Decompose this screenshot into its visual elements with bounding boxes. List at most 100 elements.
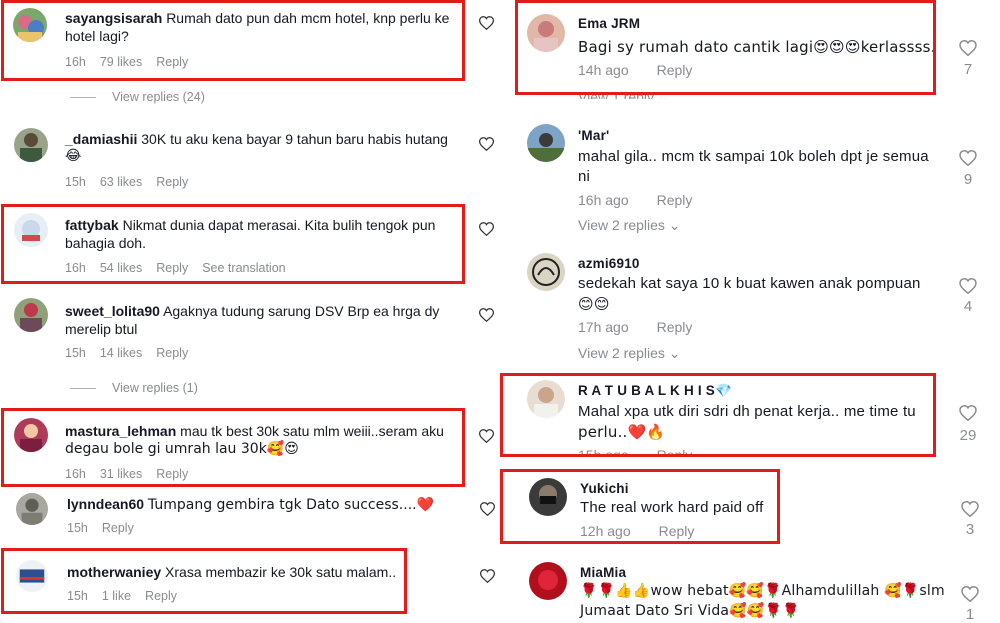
comment-text-line2: bahagia doh. bbox=[65, 235, 146, 251]
username[interactable]: mastura_lehman bbox=[65, 423, 176, 439]
avatar[interactable] bbox=[527, 124, 565, 162]
comment-text-line2: degau bole gi umrah lau 30k🥰😍 bbox=[65, 441, 299, 457]
comment-meta: 17h ago Reply bbox=[578, 319, 720, 335]
like-count: 9 bbox=[963, 171, 973, 188]
comment-text: lynndean60 Tumpang gembira tgk Dato succ… bbox=[67, 496, 435, 513]
comment-text: mahal gila.. mcm tk sampai 10k boleh dpt… bbox=[578, 148, 929, 165]
reply-button[interactable]: Reply bbox=[156, 261, 188, 275]
timestamp: 16h bbox=[65, 55, 86, 69]
view-replies-button[interactable]: View 2 replies ⌄ bbox=[578, 217, 681, 234]
comment-text-line2: hotel lagi? bbox=[65, 28, 129, 44]
comment-meta: 15h 63 likes Reply bbox=[65, 175, 202, 189]
avatar[interactable] bbox=[16, 493, 48, 525]
username[interactable]: MiaMia bbox=[580, 565, 626, 580]
view-replies-button[interactable]: View 1 reply ⌄ bbox=[578, 89, 670, 99]
like-count: 14 likes bbox=[99, 346, 143, 360]
reply-button[interactable]: Reply bbox=[102, 521, 134, 535]
comment-meta: 16h 54 likes Reply See translation bbox=[65, 261, 300, 275]
reply-button[interactable]: Reply bbox=[156, 175, 188, 189]
reply-button[interactable]: Reply bbox=[145, 589, 177, 603]
heart-icon[interactable] bbox=[959, 405, 977, 421]
comment-text: Mahal xpa utk diri sdri dh penat kerja..… bbox=[578, 403, 916, 420]
username[interactable]: Ema JRM bbox=[578, 16, 640, 31]
avatar[interactable] bbox=[527, 253, 565, 291]
reply-button[interactable]: Reply bbox=[659, 523, 695, 539]
heart-icon[interactable] bbox=[959, 40, 977, 56]
timestamp: 15h bbox=[67, 589, 88, 603]
comment-meta: 16h ago Reply bbox=[578, 192, 720, 208]
comment-text: Bagi sy rumah dato cantik lagi😍😍😍kerlass… bbox=[578, 38, 936, 56]
avatar[interactable] bbox=[529, 478, 567, 516]
reply-button[interactable]: Reply bbox=[156, 55, 188, 69]
like-count: 3 bbox=[965, 521, 975, 538]
reply-button[interactable]: Reply bbox=[156, 467, 188, 481]
timestamp: 15h ago bbox=[578, 447, 629, 457]
heart-icon[interactable] bbox=[480, 502, 495, 516]
comment-meta: 15h ago Reply bbox=[578, 447, 720, 457]
timestamp: 16h bbox=[65, 261, 86, 275]
avatar[interactable] bbox=[527, 380, 565, 418]
username[interactable]: R A T U B A L K H I S💎 bbox=[578, 383, 732, 399]
avatar[interactable] bbox=[529, 562, 567, 600]
heart-icon[interactable] bbox=[961, 586, 979, 602]
comment-meta: 14h ago Reply bbox=[578, 62, 720, 78]
avatar[interactable] bbox=[527, 14, 565, 52]
avatar[interactable] bbox=[14, 128, 48, 162]
view-replies-button[interactable]: View replies (1) bbox=[70, 381, 198, 395]
heart-icon[interactable] bbox=[480, 569, 495, 583]
comment-text: The real work hard paid off bbox=[580, 499, 764, 516]
comment-text-line2: 😊😊 bbox=[578, 295, 610, 313]
avatar[interactable] bbox=[14, 298, 48, 332]
timestamp: 15h bbox=[65, 346, 86, 360]
username[interactable]: 'Mar' bbox=[578, 128, 609, 143]
comment-text: 🌹🌹👍👍wow hebat🥰🥰🌹Alhamdulillah 🥰🌹slm bbox=[580, 583, 945, 599]
heart-icon[interactable] bbox=[479, 308, 494, 322]
heart-icon[interactable] bbox=[959, 278, 977, 294]
reply-button[interactable]: Reply bbox=[657, 319, 693, 335]
heart-icon[interactable] bbox=[959, 150, 977, 166]
username[interactable]: lynndean60 bbox=[67, 496, 144, 512]
avatar[interactable] bbox=[13, 8, 47, 42]
reply-button[interactable]: Reply bbox=[657, 62, 693, 78]
heart-icon[interactable] bbox=[479, 16, 494, 30]
like-count: 1 bbox=[965, 606, 975, 623]
comment-text: sedekah kat saya 10 k buat kawen anak po… bbox=[578, 275, 921, 292]
username[interactable]: motherwaniey bbox=[67, 564, 161, 580]
like-count: 29 bbox=[959, 427, 977, 444]
like-count: 7 bbox=[963, 61, 973, 78]
view-replies-button[interactable]: View replies (24) bbox=[70, 90, 205, 104]
username[interactable]: sayangsisarah bbox=[65, 10, 162, 26]
avatar[interactable] bbox=[16, 560, 48, 592]
timestamp: 15h bbox=[65, 175, 86, 189]
timestamp: 16h bbox=[65, 467, 86, 481]
avatar[interactable] bbox=[14, 213, 48, 247]
heart-icon[interactable] bbox=[961, 501, 979, 517]
comment-meta: 15h Reply bbox=[67, 521, 148, 535]
username[interactable]: sweet_lolita90 bbox=[65, 303, 160, 319]
comment-text: sayangsisarah Rumah dato pun dah mcm hot… bbox=[65, 10, 450, 26]
heart-icon[interactable] bbox=[479, 137, 494, 151]
username[interactable]: fattybak bbox=[65, 217, 119, 233]
view-replies-button[interactable]: View 2 replies ⌄ bbox=[578, 345, 681, 362]
comment-text: _damiashii 30K tu aku kena bayar 9 tahun… bbox=[65, 131, 448, 147]
comment-text-line2: 😂 bbox=[65, 148, 82, 164]
username[interactable]: azmi6910 bbox=[578, 256, 640, 271]
comment-text-line2: perlu..❤️🔥 bbox=[578, 423, 666, 441]
username[interactable]: _damiashii bbox=[65, 131, 137, 147]
like-count: 31 likes bbox=[99, 467, 143, 481]
username[interactable]: Yukichi bbox=[580, 481, 629, 496]
comment-text: sweet_lolita90 Agaknya tudung sarung DSV… bbox=[65, 303, 440, 319]
timestamp: 16h ago bbox=[578, 192, 629, 208]
avatar[interactable] bbox=[14, 418, 48, 452]
reply-button[interactable]: Reply bbox=[657, 192, 693, 208]
like-count: 4 bbox=[963, 298, 973, 315]
comment-meta: 12h ago Reply bbox=[580, 523, 722, 539]
reply-button[interactable]: Reply bbox=[657, 447, 693, 457]
heart-icon[interactable] bbox=[479, 222, 494, 236]
heart-icon[interactable] bbox=[479, 429, 494, 443]
timestamp: 15h bbox=[67, 521, 88, 535]
see-translation-link[interactable]: See translation bbox=[202, 261, 285, 275]
comment-text-line2: Jumaat Dato Sri Vida🥰🥰🌹🌹 bbox=[580, 603, 800, 619]
comment-text-line2: ni bbox=[578, 168, 591, 185]
reply-button[interactable]: Reply bbox=[156, 346, 188, 360]
